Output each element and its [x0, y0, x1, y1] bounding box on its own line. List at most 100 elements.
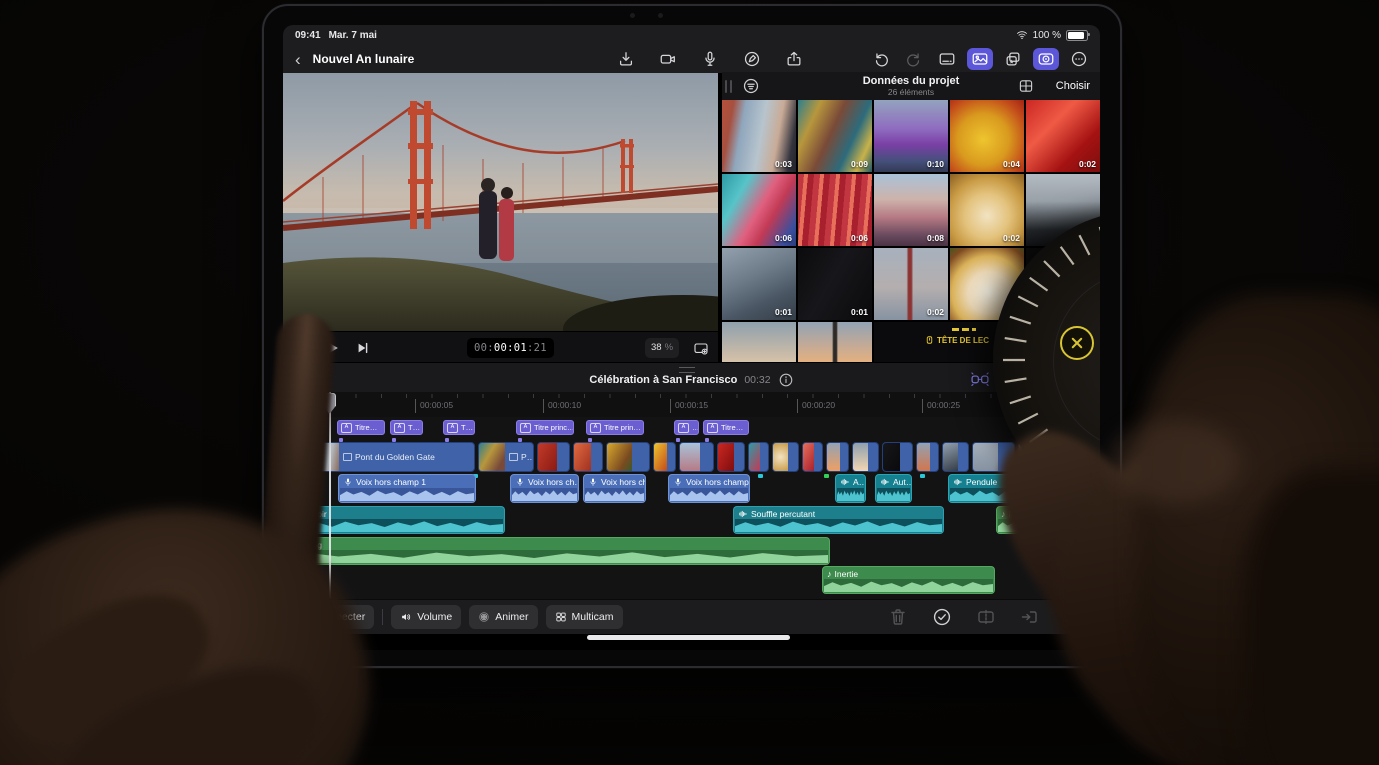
titles-icon[interactable]: [934, 48, 960, 70]
title-badge: A: [341, 423, 352, 433]
timeline-duration: 00:32: [744, 374, 770, 386]
music-clip[interactable]: Souffle percutant: [733, 506, 944, 534]
voiceover-clip[interactable]: Voix hors ch…: [583, 474, 646, 503]
insert-icon[interactable]: [1020, 607, 1040, 627]
browser-clip[interactable]: 0:06: [722, 174, 796, 246]
video-clip[interactable]: [537, 442, 570, 472]
browser-clip[interactable]: 0:02: [874, 248, 948, 320]
video-track: Pont du Golden GateP…: [283, 442, 1100, 472]
divider: [382, 609, 383, 625]
video-viewer[interactable]: [283, 73, 718, 331]
title-clip[interactable]: ATitre…: [703, 420, 749, 435]
video-clip[interactable]: [717, 442, 745, 472]
pane-grip[interactable]: [730, 80, 732, 93]
browser-clip[interactable]: 0:01: [722, 248, 796, 320]
sound-effect-clip[interactable]: Aut…: [875, 474, 912, 503]
clip-duration: 0:03: [775, 159, 792, 169]
video-clip[interactable]: [679, 442, 714, 472]
ruler-label: 00:00:10: [543, 399, 581, 413]
browser-clip[interactable]: 0:02: [1026, 100, 1100, 172]
mic-small-icon: [343, 477, 353, 487]
zoom-level[interactable]: 38%: [645, 338, 679, 358]
title-badge: A: [520, 423, 531, 433]
home-indicator[interactable]: [587, 635, 790, 640]
filter-icon[interactable]: [742, 77, 760, 95]
battery-icon: [1066, 30, 1088, 41]
browser-clip[interactable]: 0:03: [722, 100, 796, 172]
redo-icon[interactable]: [901, 48, 927, 70]
video-clip[interactable]: [826, 442, 849, 472]
voiceover-clip[interactable]: Voix hors ch…: [510, 474, 579, 503]
video-clip[interactable]: [772, 442, 799, 472]
multicam-icon: [555, 611, 567, 623]
trim-icon[interactable]: [976, 607, 996, 627]
video-clip[interactable]: [653, 442, 676, 472]
video-clip[interactable]: Pont du Golden Gate: [312, 442, 475, 472]
video-clip[interactable]: [802, 442, 823, 472]
title-clip[interactable]: AT…: [443, 420, 475, 435]
camera-dot: [630, 13, 635, 18]
effects-icon[interactable]: [1000, 48, 1026, 70]
pane-grip[interactable]: [725, 80, 727, 93]
multicam-button[interactable]: Multicam: [546, 605, 623, 629]
top-toolbar: ‹ Nouvel An lunaire: [283, 45, 1100, 74]
skip-forward-button[interactable]: [355, 340, 371, 356]
trash-icon[interactable]: [888, 607, 908, 627]
clip-duration: 0:01: [775, 307, 792, 317]
back-button[interactable]: ‹: [295, 51, 301, 68]
project-name: Nouvel An lunaire: [313, 52, 415, 66]
voiceover-clip[interactable]: Voix hors champ 3: [668, 474, 750, 503]
display-overlay-icon[interactable]: [693, 340, 709, 356]
title-clip[interactable]: ATitre…: [337, 420, 385, 435]
browser-clip[interactable]: 0:08: [874, 174, 948, 246]
clip-label: n et yang: [283, 538, 829, 550]
clip-duration: 0:06: [775, 233, 792, 243]
pencil-icon[interactable]: [739, 48, 765, 70]
music-note-icon: ♪: [827, 570, 832, 579]
mic-icon[interactable]: [697, 48, 723, 70]
ruler-label: 00:00:05: [415, 399, 453, 413]
video-clip[interactable]: [916, 442, 939, 472]
browser-clip[interactable]: 0:06: [798, 174, 872, 246]
video-clip[interactable]: [852, 442, 879, 472]
browser-clip[interactable]: 0:09: [798, 100, 872, 172]
camera-icon[interactable]: [655, 48, 681, 70]
title-clip[interactable]: ATitre prin…: [586, 420, 644, 435]
video-clip[interactable]: [573, 442, 603, 472]
grid-view-icon[interactable]: [1018, 78, 1034, 94]
scene: 09:41 Mar. 7 mai 100 % ‹ Nouvel An lunai…: [0, 0, 1379, 765]
import-icon[interactable]: [613, 48, 639, 70]
title-clip[interactable]: AT…: [390, 420, 423, 435]
choose-button[interactable]: Choisir: [1056, 80, 1090, 92]
browser-clip[interactable]: 0:01: [798, 248, 872, 320]
video-clip[interactable]: [942, 442, 969, 472]
music-clip[interactable]: n et yang: [283, 537, 830, 565]
title-clip[interactable]: A…: [674, 420, 699, 435]
playhead[interactable]: [329, 392, 331, 598]
share-icon[interactable]: [781, 48, 807, 70]
voiceover-clip[interactable]: Voix hors champ 1: [338, 474, 476, 503]
video-clip[interactable]: P…: [478, 442, 534, 472]
check-icon[interactable]: [932, 607, 952, 627]
sound-effect-clip[interactable]: A…: [835, 474, 866, 503]
browser-clip[interactable]: 0:10: [874, 100, 948, 172]
animer-button[interactable]: Animer: [469, 605, 537, 629]
jog-icon[interactable]: [1033, 48, 1059, 70]
video-clip[interactable]: [748, 442, 769, 472]
media-icon[interactable]: [967, 48, 993, 70]
title-clip[interactable]: ATitre princ…: [516, 420, 574, 435]
browser-clip[interactable]: 0:04: [950, 100, 1024, 172]
video-clip[interactable]: [882, 442, 913, 472]
info-icon[interactable]: [778, 372, 794, 388]
music-clip[interactable]: ♪Inertie: [822, 566, 995, 594]
close-wheel-button[interactable]: [1060, 326, 1094, 360]
browser-clip[interactable]: [722, 322, 796, 362]
wavebars-icon: [738, 509, 748, 519]
more-icon[interactable]: [1066, 48, 1092, 70]
video-clip[interactable]: [606, 442, 650, 472]
browser-clip[interactable]: [798, 322, 872, 362]
clip-thumbnail: [883, 443, 900, 471]
clip-label: Voix hors champ 1: [339, 475, 475, 487]
undo-icon[interactable]: [868, 48, 894, 70]
volume-button[interactable]: Volume: [391, 605, 461, 629]
